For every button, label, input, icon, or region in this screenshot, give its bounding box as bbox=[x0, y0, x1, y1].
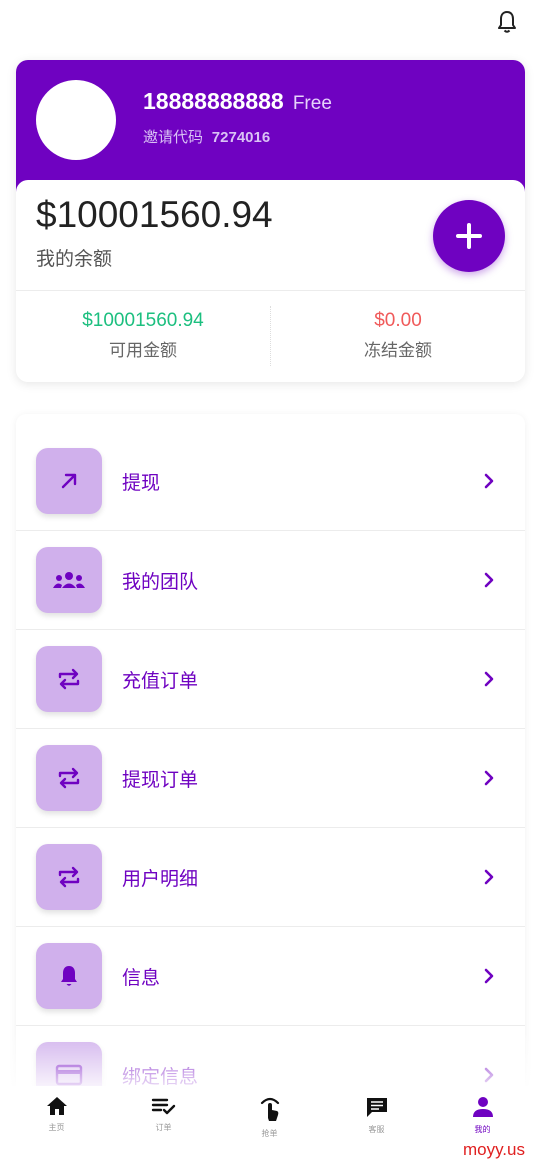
menu-label: 绑定信息 bbox=[122, 1065, 199, 1088]
menu-label: 提现 bbox=[122, 471, 161, 494]
menu-item-recharge-orders[interactable]: 充值订单 bbox=[16, 630, 525, 729]
chevron-right-icon bbox=[481, 869, 497, 885]
tab-label: 订单 bbox=[155, 1123, 172, 1132]
tab-customer-service[interactable]: 客服 bbox=[323, 1096, 430, 1156]
balance-panel: $10001560.94 我的余额 $10001560.94 可用金额 $0.0… bbox=[16, 180, 525, 382]
tab-label: 我的 bbox=[474, 1125, 491, 1134]
tab-label: 抢单 bbox=[261, 1129, 278, 1138]
bell-icon bbox=[36, 943, 102, 1009]
menu-list: 提现 我的团队 充值订单 提现订单 用户明细 信息 绑定信息 bbox=[16, 414, 525, 1104]
user-phone: 18888888888 bbox=[143, 88, 284, 114]
frozen-balance: $0.00 冻结金额 bbox=[271, 310, 525, 361]
avatar[interactable] bbox=[36, 80, 116, 160]
bottom-tab-bar: 主页 订单 抢单 客服 我的 bbox=[0, 1086, 535, 1166]
balance-amount: $10001560.94 bbox=[36, 194, 273, 235]
tab-label: 主页 bbox=[48, 1123, 65, 1132]
menu-item-withdraw[interactable]: 提现 bbox=[16, 432, 525, 531]
balance-label: 我的余额 bbox=[36, 248, 113, 270]
chevron-right-icon bbox=[481, 473, 497, 489]
list-check-icon bbox=[151, 1098, 175, 1115]
available-value: $10001560.94 bbox=[82, 310, 204, 331]
tab-home[interactable]: 主页 bbox=[3, 1096, 110, 1156]
repeat-icon bbox=[36, 646, 102, 712]
invite-label: 邀请代码 bbox=[143, 128, 204, 146]
plus-icon bbox=[456, 223, 482, 249]
chevron-right-icon bbox=[481, 572, 497, 588]
menu-item-user-details[interactable]: 用户明细 bbox=[16, 828, 525, 927]
divider bbox=[16, 290, 525, 291]
tab-grab-order[interactable]: 抢单 bbox=[216, 1096, 323, 1156]
person-icon bbox=[472, 1097, 493, 1117]
menu-label: 用户明细 bbox=[122, 867, 199, 890]
menu-label: 我的团队 bbox=[122, 570, 199, 593]
chevron-right-icon bbox=[481, 770, 497, 786]
frozen-value: $0.00 bbox=[374, 310, 422, 331]
menu-label: 充值订单 bbox=[122, 669, 199, 692]
home-icon bbox=[46, 1097, 67, 1115]
menu-item-withdraw-orders[interactable]: 提现订单 bbox=[16, 729, 525, 828]
chevron-right-icon bbox=[481, 1067, 497, 1083]
available-balance: $10001560.94 可用金额 bbox=[16, 310, 270, 361]
invite-info: 邀请代码 7274016 bbox=[143, 126, 270, 147]
repeat-icon bbox=[36, 844, 102, 910]
tab-orders[interactable]: 订单 bbox=[110, 1096, 217, 1156]
watermark: moyy.us bbox=[462, 1140, 525, 1159]
touch-icon bbox=[260, 1097, 279, 1121]
menu-item-messages[interactable]: 信息 bbox=[16, 927, 525, 1026]
repeat-icon bbox=[36, 745, 102, 811]
chat-icon bbox=[366, 1098, 387, 1117]
invite-code: 7274016 bbox=[211, 129, 271, 146]
add-funds-button[interactable] bbox=[433, 200, 505, 272]
menu-item-my-team[interactable]: 我的团队 bbox=[16, 531, 525, 630]
account-card: 18888888888 Free 邀请代码 7274016 $10001560.… bbox=[16, 60, 525, 382]
user-info: 18888888888 Free bbox=[143, 88, 332, 115]
chevron-right-icon bbox=[481, 671, 497, 687]
tab-label: 客服 bbox=[368, 1125, 385, 1134]
arrow-up-right-icon bbox=[36, 448, 102, 514]
chevron-right-icon bbox=[481, 968, 497, 984]
menu-label: 提现订单 bbox=[122, 768, 199, 791]
available-label: 可用金额 bbox=[109, 341, 177, 361]
notification-bell-icon[interactable] bbox=[493, 8, 521, 36]
group-icon bbox=[36, 547, 102, 613]
user-level: Free bbox=[292, 93, 332, 114]
menu-label: 信息 bbox=[122, 966, 161, 989]
frozen-label: 冻结金额 bbox=[364, 341, 432, 361]
